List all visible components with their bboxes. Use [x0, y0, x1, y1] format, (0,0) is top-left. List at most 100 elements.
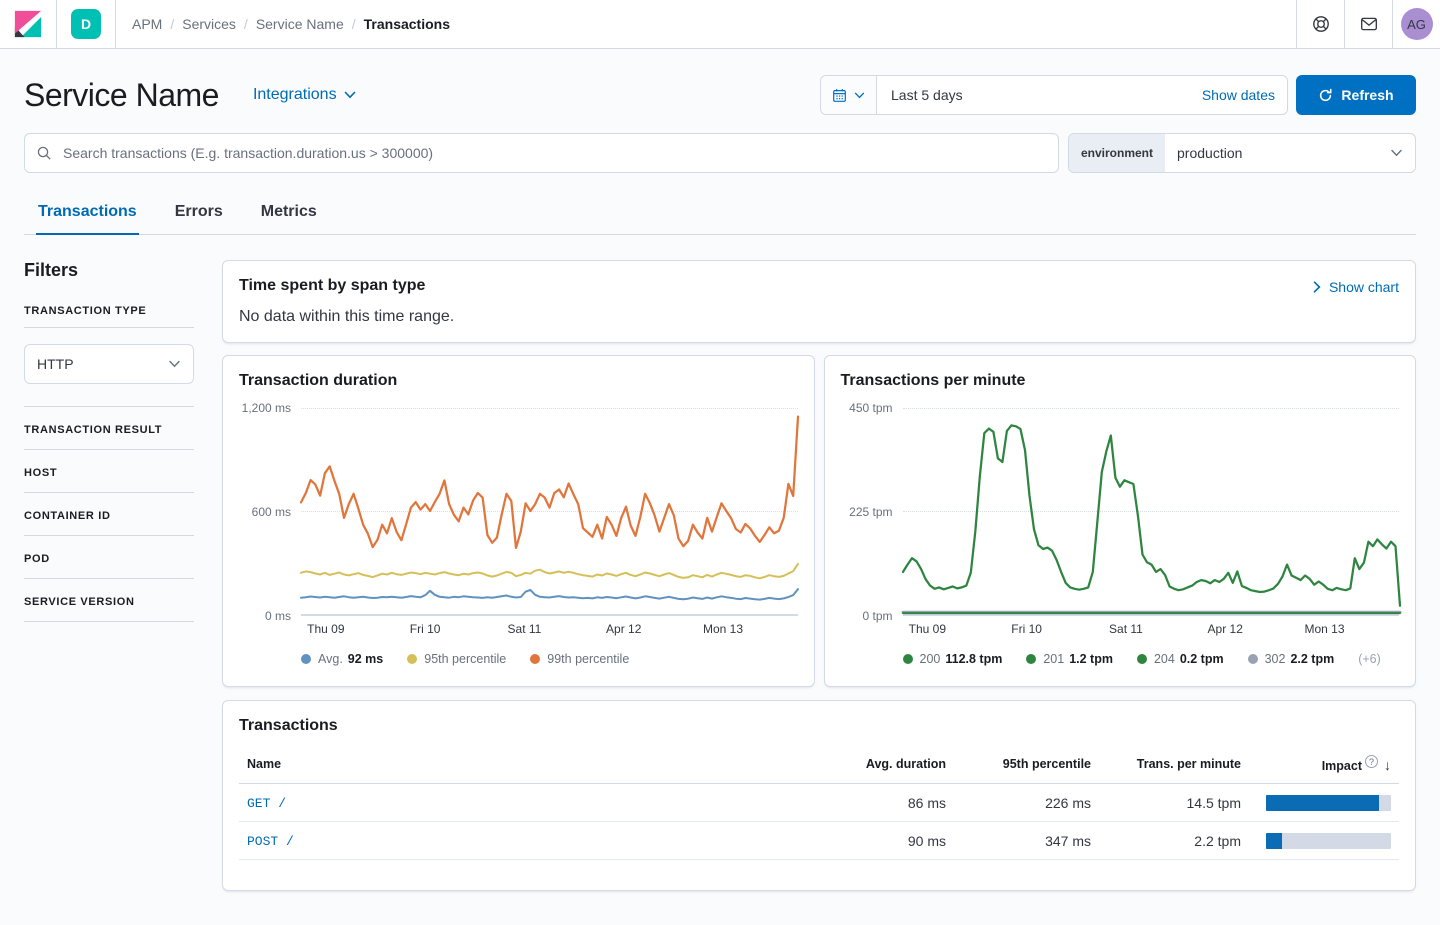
chevron-right-icon — [1313, 281, 1321, 293]
top-nav: D APM / Services / Service Name / Transa… — [0, 0, 1440, 49]
refresh-button[interactable]: Refresh — [1296, 75, 1416, 115]
legend-item-99th percentile[interactable]: 99th percentile — [530, 652, 629, 666]
breadcrumb-separator: / — [243, 16, 248, 32]
x-tick: Apr 12 — [606, 622, 642, 636]
date-picker: Last 5 days Show dates — [820, 75, 1288, 115]
y-tick: 225 tpm — [849, 505, 893, 519]
x-tick: Thu 09 — [307, 622, 345, 636]
column-header-avg-duration[interactable]: Avg. duration — [824, 745, 954, 785]
tab-errors[interactable]: Errors — [173, 193, 225, 235]
legend-value: 0.2 tpm — [1179, 652, 1224, 666]
series-95th percentile — [300, 562, 799, 580]
column-header-trans-per-minute[interactable]: Trans. per minute — [1099, 745, 1249, 785]
show-chart-button[interactable]: Show chart — [1313, 279, 1399, 295]
transaction-duration-panel: Transaction duration 1,200 ms 600 ms 0 m… — [222, 355, 815, 687]
time-range-value[interactable]: Last 5 days — [877, 87, 1190, 103]
cell-95th-percentile: 347 ms — [954, 821, 1099, 861]
y-tick: 0 ms — [264, 609, 291, 623]
x-tick: Fri 10 — [409, 622, 441, 636]
legend-label: 99th percentile — [547, 652, 630, 666]
time-spent-by-span-type-panel: Time spent by span type No data within t… — [222, 260, 1416, 343]
facet-service-version: SERVICE VERSION — [24, 579, 194, 622]
x-tick: Fri 10 — [1011, 622, 1042, 636]
environment-select[interactable]: environment production — [1068, 133, 1416, 173]
search-input[interactable] — [24, 133, 1059, 173]
cell-avg-duration: 90 ms — [824, 821, 954, 861]
legend-dot — [1026, 654, 1037, 664]
transaction-type-select[interactable]: HTTP — [24, 344, 194, 384]
transactions-per-minute-chart[interactable] — [901, 408, 1401, 616]
x-tick: Mon 13 — [1304, 622, 1345, 636]
y-tick: 600 ms — [251, 505, 291, 519]
transactions-table-title: Transactions — [239, 717, 338, 734]
environment-label: environment — [1069, 134, 1166, 172]
legend-label: Avg. — [318, 652, 343, 666]
legend-label: 95th percentile — [424, 652, 507, 666]
tab-metrics[interactable]: Metrics — [259, 193, 319, 235]
series-200 — [901, 424, 1401, 607]
environment-value: production — [1177, 145, 1243, 161]
avatar: AG — [1400, 8, 1433, 40]
integrations-label: Integrations — [252, 86, 337, 103]
facet-transaction-result: TRANSACTION RESULT — [24, 407, 194, 450]
transaction-type-value: HTTP — [37, 356, 74, 372]
chevron-down-icon — [1390, 134, 1415, 172]
facet-label: SERVICE VERSION — [24, 596, 135, 608]
legend-overflow[interactable]: (+6) — [1358, 652, 1381, 666]
x-tick: Apr 12 — [1207, 622, 1243, 636]
integrations-dropdown[interactable]: Integrations — [253, 86, 356, 104]
cell-95th-percentile: 226 ms — [954, 783, 1099, 823]
chart-legend: Avg. 92 ms 95th percentile 99th percentile — [301, 652, 798, 666]
tab-bar: Transactions Errors Metrics — [24, 193, 1416, 235]
y-tick: 450 tpm — [849, 401, 893, 415]
newsfeed-button[interactable] — [1344, 0, 1392, 48]
filters-title: Filters — [24, 260, 79, 280]
y-tick: 1,200 ms — [241, 401, 291, 415]
breadcrumb-service-name[interactable]: Service Name — [256, 16, 344, 32]
column-header-name[interactable]: Name — [239, 745, 824, 785]
legend-item-200[interactable]: 200 112.8 tpm — [902, 652, 1002, 666]
x-tick: Thu 09 — [908, 622, 946, 636]
y-axis: 1,200 ms 600 ms 0 ms — [239, 401, 301, 623]
legend-dot — [301, 654, 311, 664]
kibana-logo-icon — [14, 10, 42, 38]
table-row: POST / 90 ms 347 ms 2.2 tpm — [239, 821, 1399, 861]
legend-item-Avg.[interactable]: Avg. 92 ms — [301, 652, 383, 666]
user-menu[interactable]: AG — [1392, 0, 1440, 48]
column-header-95th-percentile[interactable]: 95th percentile — [954, 745, 1099, 785]
breadcrumb-apm[interactable]: APM — [132, 16, 162, 32]
column-header-impact[interactable]: Impact? ↓ — [1249, 745, 1399, 785]
chart-title: Transactions per minute — [840, 372, 1026, 389]
impact-label: Impact — [1321, 759, 1362, 774]
transaction-link-post[interactable]: POST / — [247, 834, 294, 849]
legend-item-302[interactable]: 302 2.2 tpm — [1247, 652, 1334, 666]
chart-title: Transaction duration — [239, 372, 398, 389]
space-badge[interactable]: D — [71, 9, 101, 39]
transaction-duration-chart[interactable] — [299, 408, 800, 616]
kibana-logo[interactable] — [0, 0, 56, 48]
transaction-link-get[interactable]: GET / — [247, 796, 286, 811]
legend-item-204[interactable]: 204 0.2 tpm — [1136, 652, 1224, 666]
help-icon — [1312, 16, 1329, 32]
help-button[interactable] — [1296, 0, 1344, 48]
x-axis: Thu 09 Fri 10 Sat 11 Apr 12 Mon 13 — [903, 622, 1400, 640]
legend-label: 201 — [1043, 652, 1065, 666]
show-dates-button[interactable]: Show dates — [1190, 87, 1287, 103]
tab-transactions[interactable]: Transactions — [36, 193, 139, 235]
transactions-per-minute-panel: Transactions per minute 450 tpm 225 tpm … — [823, 355, 1416, 687]
legend-item-201[interactable]: 201 1.2 tpm — [1026, 652, 1113, 666]
cell-avg-duration: 86 ms — [824, 783, 954, 823]
quick-select-button[interactable] — [821, 76, 877, 114]
page-title: Service Name — [24, 76, 219, 113]
breadcrumb-services[interactable]: Services — [182, 16, 236, 32]
legend-dot — [1136, 654, 1147, 664]
facet-pod: POD — [24, 536, 194, 579]
refresh-label: Refresh — [1341, 87, 1394, 103]
impact-bar — [1266, 794, 1391, 811]
breadcrumb-separator: / — [351, 16, 356, 32]
x-tick: Sat 11 — [507, 622, 542, 636]
help-tooltip-icon[interactable]: ? — [1365, 755, 1378, 768]
legend-item-95th percentile[interactable]: 95th percentile — [407, 652, 506, 666]
facet-label: HOST — [24, 467, 58, 479]
x-tick: Sat 11 — [1109, 622, 1143, 636]
